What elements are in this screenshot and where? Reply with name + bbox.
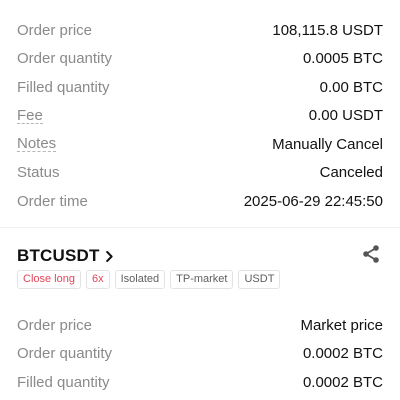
notes-label[interactable]: Notes: [17, 136, 57, 153]
detail-row-notes: Notes Manually Cancel: [17, 130, 383, 159]
order-history-page: Order price 108,115.8 USDT Order quantit…: [0, 0, 400, 400]
order-price-label: Order price: [17, 316, 93, 334]
section-divider: [0, 227, 400, 228]
detail-row-filled-quantity: Filled quantity 0.0002 BTC: [17, 368, 383, 397]
order-details-tp-market: Order price Market price Order quantity …: [17, 311, 383, 397]
detail-row-order-time: Order time 2025-06-29 22:45:50: [17, 187, 383, 216]
detail-row-order-price: Order price Market price: [17, 311, 383, 340]
fee-label[interactable]: Fee: [17, 108, 43, 124]
order-details-canceled: Order price 108,115.8 USDT Order quantit…: [17, 16, 383, 216]
symbol-link[interactable]: BTCUSDT: [17, 246, 113, 266]
order-price-value: Market price: [300, 316, 383, 334]
order-quantity-value: 0.0005 BTC: [302, 50, 383, 68]
notes-value: Manually Cancel: [272, 135, 383, 153]
detail-row-filled-quantity: Filled quantity 0.00 BTC: [17, 73, 383, 102]
order-quantity-label: Order quantity: [17, 50, 113, 68]
status-value: Canceled: [319, 164, 383, 182]
detail-row-fee: Fee 0.00 USDT: [17, 102, 383, 131]
order-time-label: Order time: [17, 192, 88, 210]
order-time-value: 2025-06-29 22:45:50: [243, 192, 383, 210]
detail-row-order-quantity: Order quantity 0.0005 BTC: [17, 45, 383, 74]
filled-quantity-label: Filled quantity: [17, 78, 110, 96]
share-icon: [361, 244, 381, 269]
filled-quantity-value: 0.0002 BTC: [302, 373, 383, 391]
order-price-value: 108,115.8 USDT: [272, 21, 383, 39]
filled-quantity-value: 0.00 BTC: [319, 78, 383, 96]
leverage-tag: 6x: [85, 270, 110, 289]
detail-row-order-quantity: Order quantity 0.0002 BTC: [17, 340, 383, 369]
symbol-name: BTCUSDT: [17, 246, 100, 265]
settle-currency-tag: USDT: [238, 270, 281, 289]
filled-quantity-label: Filled quantity: [17, 373, 110, 391]
order-quantity-label: Order quantity: [17, 345, 113, 363]
order-type-tag: TP-market: [170, 270, 234, 289]
status-label: Status: [17, 164, 60, 182]
share-button[interactable]: [359, 244, 383, 268]
detail-row-status: Status Canceled: [17, 159, 383, 188]
order-price-label: Order price: [17, 21, 93, 39]
side-tag: Close long: [17, 270, 81, 289]
detail-row-order-price: Order price 108,115.8 USDT: [17, 16, 383, 45]
chevron-right-icon: [105, 250, 113, 262]
fee-value: 0.00 USDT: [308, 107, 383, 125]
margin-mode-tag: Isolated: [114, 270, 166, 289]
order-quantity-value: 0.0002 BTC: [302, 345, 383, 363]
order-card-header: BTCUSDT: [17, 244, 383, 268]
order-tags: Close long 6x Isolated TP-market USDT: [17, 270, 281, 289]
